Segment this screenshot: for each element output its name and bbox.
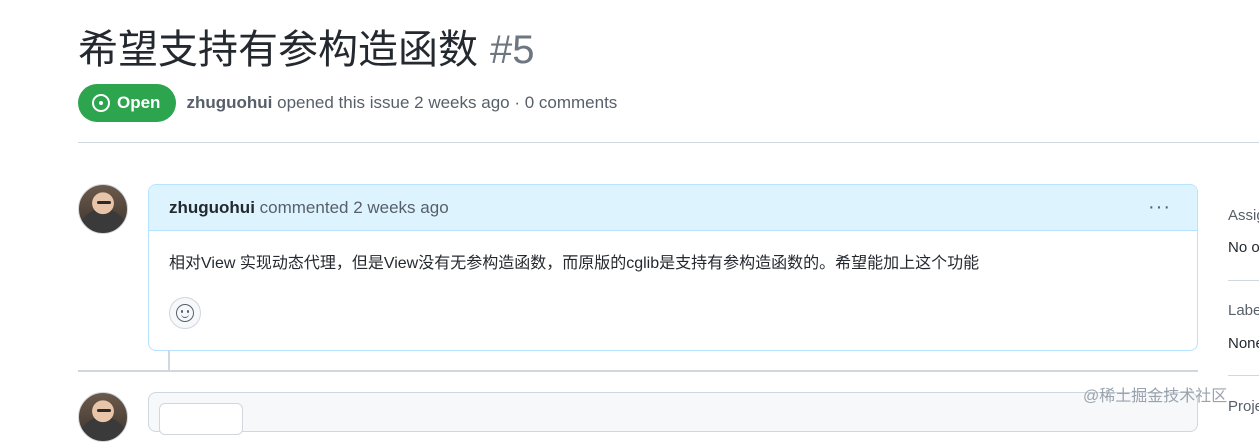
- comment-byline: zhuguohui commented 2 weeks ago: [169, 198, 449, 218]
- smiley-icon: [176, 304, 194, 322]
- header-divider: [78, 142, 1259, 143]
- state-label: Open: [117, 93, 161, 112]
- timeline-connector: [168, 350, 170, 370]
- avatar-detail: [97, 201, 111, 204]
- comment-body: 相对View 实现动态代理，但是View没有无参构造函数，而原版的cglib是支…: [169, 255, 980, 272]
- issue-opened-icon: [92, 94, 110, 112]
- sidebar-divider: [1228, 280, 1259, 281]
- avatar-composer[interactable]: [78, 392, 128, 442]
- watermark: @稀土掘金技术社区: [1083, 388, 1228, 405]
- avatar[interactable]: [78, 184, 128, 234]
- sidebar-labels-value: None: [1228, 335, 1259, 352]
- sidebar: Assig No o Labe None Proje: [1228, 0, 1259, 419]
- issue-author-link[interactable]: zhuguohui: [186, 93, 272, 112]
- issue-meta: Open zhuguohui opened this issue 2 weeks…: [78, 83, 617, 123]
- issue-title: 希望支持有参构造函数 #5: [78, 24, 535, 76]
- issue-title-text: 希望支持有参构造函数: [78, 28, 478, 72]
- kebab-horizontal-icon[interactable]: ···: [1148, 197, 1171, 217]
- comment-timestamp[interactable]: commented 2 weeks ago: [260, 198, 449, 217]
- state-badge: Open: [78, 84, 177, 122]
- comment: zhuguohui commented 2 weeks ago ··· 相对Vi…: [148, 184, 1198, 351]
- issue-number: #5: [490, 28, 535, 72]
- sidebar-projects-heading[interactable]: Proje: [1228, 398, 1259, 415]
- comment-header: zhuguohui commented 2 weeks ago ···: [149, 185, 1197, 231]
- sidebar-assignees-heading[interactable]: Assig: [1228, 207, 1259, 224]
- add-reaction-button[interactable]: [169, 297, 201, 329]
- sidebar-divider: [1228, 375, 1259, 376]
- issue-meta-summary: opened this issue 2 weeks ago · 0 commen…: [277, 93, 618, 112]
- sidebar-labels-heading[interactable]: Labe: [1228, 302, 1259, 319]
- issue-meta-text: zhuguohui opened this issue 2 weeks ago …: [186, 93, 617, 113]
- timeline-divider: [78, 370, 1198, 372]
- comment-author-link[interactable]: zhuguohui: [169, 198, 255, 217]
- sidebar-assignees-value: No o: [1228, 239, 1259, 256]
- tab-write[interactable]: [159, 403, 243, 435]
- comment-composer: [148, 392, 1198, 435]
